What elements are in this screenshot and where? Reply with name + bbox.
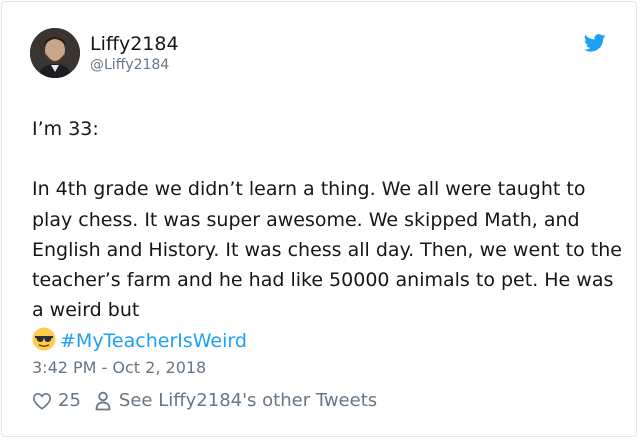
hashtag-link[interactable]: #MyTeacherIsWeird bbox=[60, 330, 247, 352]
tweet-timestamp[interactable]: 3:42 PM - Oct 2, 2018 bbox=[32, 358, 206, 377]
tweet-body: In 4th grade we didn’t learn a thing. We… bbox=[32, 178, 622, 322]
avatar[interactable] bbox=[30, 28, 80, 78]
twitter-bird-icon[interactable] bbox=[584, 34, 606, 52]
author-handle[interactable]: @Liffy2184 bbox=[90, 56, 179, 74]
heart-icon[interactable] bbox=[32, 392, 52, 410]
sunglasses-smiley-emoji-icon bbox=[32, 327, 56, 351]
avatar-image bbox=[30, 28, 80, 78]
tweet-header: Liffy2184 @Liffy2184 bbox=[30, 28, 179, 78]
tweet-footer: 25 See Liffy2184's other Tweets bbox=[32, 390, 377, 411]
author-display-name[interactable]: Liffy2184 bbox=[90, 33, 179, 56]
person-icon bbox=[95, 391, 111, 410]
tweet-text: I’m 33: In 4th grade we didn’t learn a t… bbox=[32, 114, 622, 356]
other-tweets-link[interactable]: See Liffy2184's other Tweets bbox=[119, 390, 377, 411]
author-block: Liffy2184 @Liffy2184 bbox=[90, 33, 179, 74]
tweet-card: Liffy2184 @Liffy2184 I’m 33: In 4th grad… bbox=[1, 1, 637, 437]
tweet-intro: I’m 33: bbox=[32, 118, 99, 140]
like-count: 25 bbox=[58, 390, 81, 411]
tweet-body-paragraph: In 4th grade we didn’t learn a thing. We… bbox=[32, 174, 622, 356]
